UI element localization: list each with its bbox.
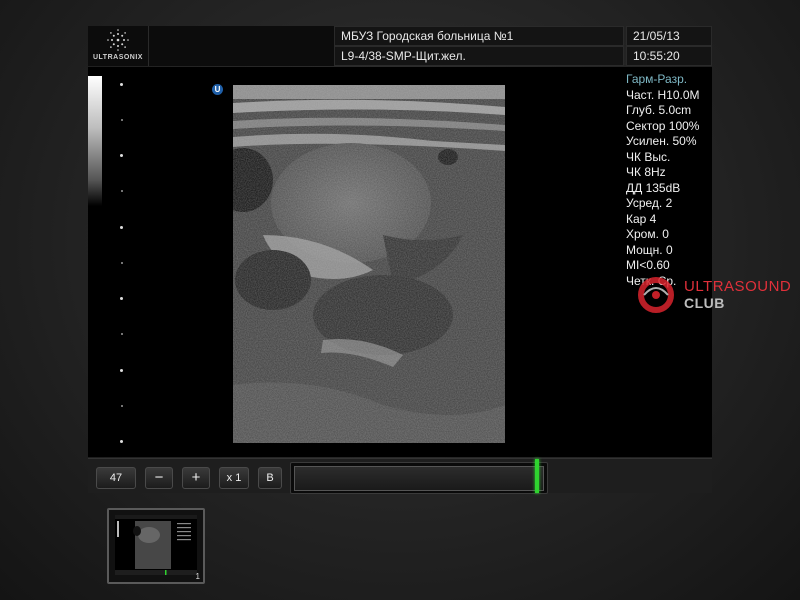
institution-name: МБУЗ Городская больница №1 <box>334 26 624 46</box>
image-thumbnail[interactable]: 1 <box>107 508 205 584</box>
depth-tick <box>120 262 123 264</box>
param-chroma: Хром. 0 <box>626 227 669 241</box>
brand-name: ULTRASONIX <box>93 54 143 61</box>
ultrasound-image[interactable] <box>233 85 505 443</box>
param-depth: Глуб. 5.0cm <box>626 103 692 117</box>
depth-tick <box>120 190 123 192</box>
decrease-button[interactable]: − <box>145 467 173 489</box>
param-dynamic-range: ДД 135dB <box>626 180 681 195</box>
depth-tick <box>120 333 123 335</box>
depth-tick <box>120 369 123 372</box>
grayscale-bar <box>88 76 102 206</box>
orientation-marker: U <box>212 84 223 95</box>
brand-logo: ULTRASONIX <box>88 26 149 66</box>
param-map: Кар 4 <box>626 211 657 226</box>
frame-number-field[interactable]: 47 <box>96 467 136 489</box>
cine-slider-handle[interactable] <box>535 459 540 493</box>
watermark-text-line2: CLUB <box>684 295 725 311</box>
depth-tick <box>120 154 123 157</box>
b-mode-button[interactable]: B <box>258 467 282 489</box>
param-sector: Сектор 100% <box>626 118 700 133</box>
exam-time: 10:55:20 <box>626 46 712 66</box>
param-gain: Усилен. 50% <box>626 134 697 148</box>
ultrasound-club-watermark: ULTRASOUND CLUB <box>634 274 800 314</box>
exam-date: 21/05/13 <box>626 26 712 46</box>
depth-tick <box>120 119 123 121</box>
param-persistence: Усред. 2 <box>626 196 673 210</box>
depth-tick <box>120 405 123 407</box>
depth-tick <box>120 297 123 300</box>
param-frequency: Част. H10.0M <box>626 87 700 102</box>
preset-name: L9-4/38-SMP-Щит.жел. <box>334 46 624 66</box>
imaging-mode: Гарм-Разр. <box>626 72 688 86</box>
header-bar: ULTRASONIX МБУЗ Городская больница №1 L9… <box>88 26 712 66</box>
param-power: Мощн. 0 <box>626 242 673 257</box>
header-spacer <box>149 26 334 66</box>
param-frame-rate: ЧК 8Hz <box>626 165 666 179</box>
imaging-parameters: Гарм-Разр. Част. H10.0M Глуб. 5.0cm Сект… <box>626 72 700 289</box>
cine-scrollbar[interactable] <box>294 466 544 491</box>
watermark-logo-icon <box>638 277 674 313</box>
increase-button[interactable]: + <box>182 467 210 489</box>
thumbnail-index: 1 <box>195 572 200 581</box>
depth-tick <box>120 440 123 443</box>
param-mechanical-index: MI<0.60 <box>626 258 670 272</box>
param-frame-rate-mode: ЧК Выс. <box>626 149 671 164</box>
watermark-text-line1: ULTRASOUND <box>684 278 792 295</box>
depth-tick <box>120 226 123 229</box>
zoom-button[interactable]: x 1 <box>219 467 249 489</box>
ultrasonix-logo-icon <box>107 29 129 51</box>
depth-tick <box>120 83 123 86</box>
thumbnail-preview <box>115 515 197 575</box>
